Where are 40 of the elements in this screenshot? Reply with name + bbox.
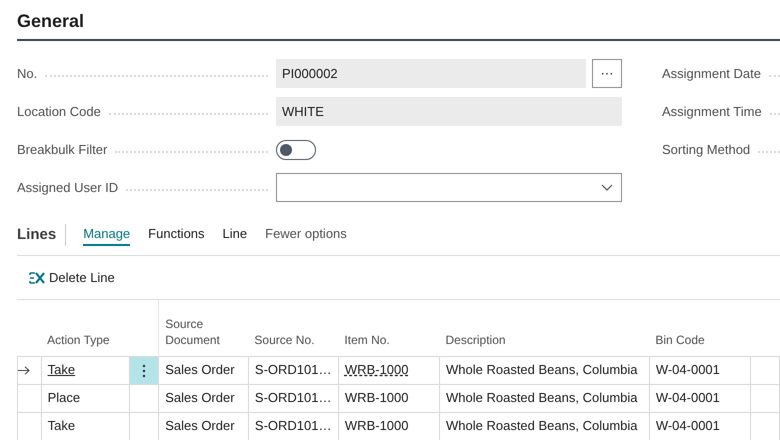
table-cell: W-04-0001 (649, 356, 750, 384)
field-label: Assigned User ID (17, 178, 118, 197)
table-cell: WRB-1000 (338, 384, 440, 412)
table-cell: Take (41, 356, 130, 384)
column-header: Description (446, 332, 506, 346)
field-label: Assignment Date (662, 64, 761, 83)
column-header: Source Document (165, 316, 220, 346)
column-header: Source No. (254, 332, 314, 346)
more-vertical-icon (142, 364, 146, 378)
column-header: Item No. (344, 332, 390, 346)
lines-title: Lines (17, 224, 66, 246)
table-cell: S-ORD101… (248, 384, 338, 412)
chevron-down-icon (601, 184, 613, 191)
tab[interactable]: Line (222, 224, 248, 246)
delete-line-button[interactable]: Delete Line (29, 268, 115, 288)
table-cell: Sales Order (158, 384, 248, 412)
field-label: Assignment Time (662, 102, 762, 121)
tab[interactable]: Manage (83, 224, 130, 246)
text-field[interactable]: PI000002 (276, 59, 586, 88)
table-cell: Whole Roasted Beans, Columbia (440, 384, 650, 412)
table-cell: Place (41, 384, 130, 412)
table-cell: Whole Roasted Beans, Columbia (440, 356, 650, 384)
field-label: No. (17, 64, 38, 83)
table-cell: WRB-1000 (338, 356, 440, 384)
text-field[interactable]: WHITE (276, 97, 622, 126)
options-link[interactable]: Fewer options (265, 224, 347, 246)
column-header: Action Type (47, 332, 110, 346)
column-header: Bin Code (655, 332, 705, 346)
table-cell: S-ORD101… (248, 356, 338, 384)
field-label: Breakbulk Filter (17, 140, 108, 159)
section-title: General (17, 11, 84, 31)
field-label: Location Code (17, 102, 101, 121)
delete-row-icon (29, 272, 45, 284)
tab[interactable]: Functions (148, 224, 205, 246)
dropdown-field[interactable] (276, 173, 622, 202)
table-cell: Sales Order (158, 356, 248, 384)
toggle-switch[interactable] (276, 140, 316, 160)
table-cell: W-04-0001 (649, 384, 750, 412)
field-label: Sorting Method (662, 140, 750, 159)
more-button[interactable]: ⋯ (592, 59, 622, 88)
